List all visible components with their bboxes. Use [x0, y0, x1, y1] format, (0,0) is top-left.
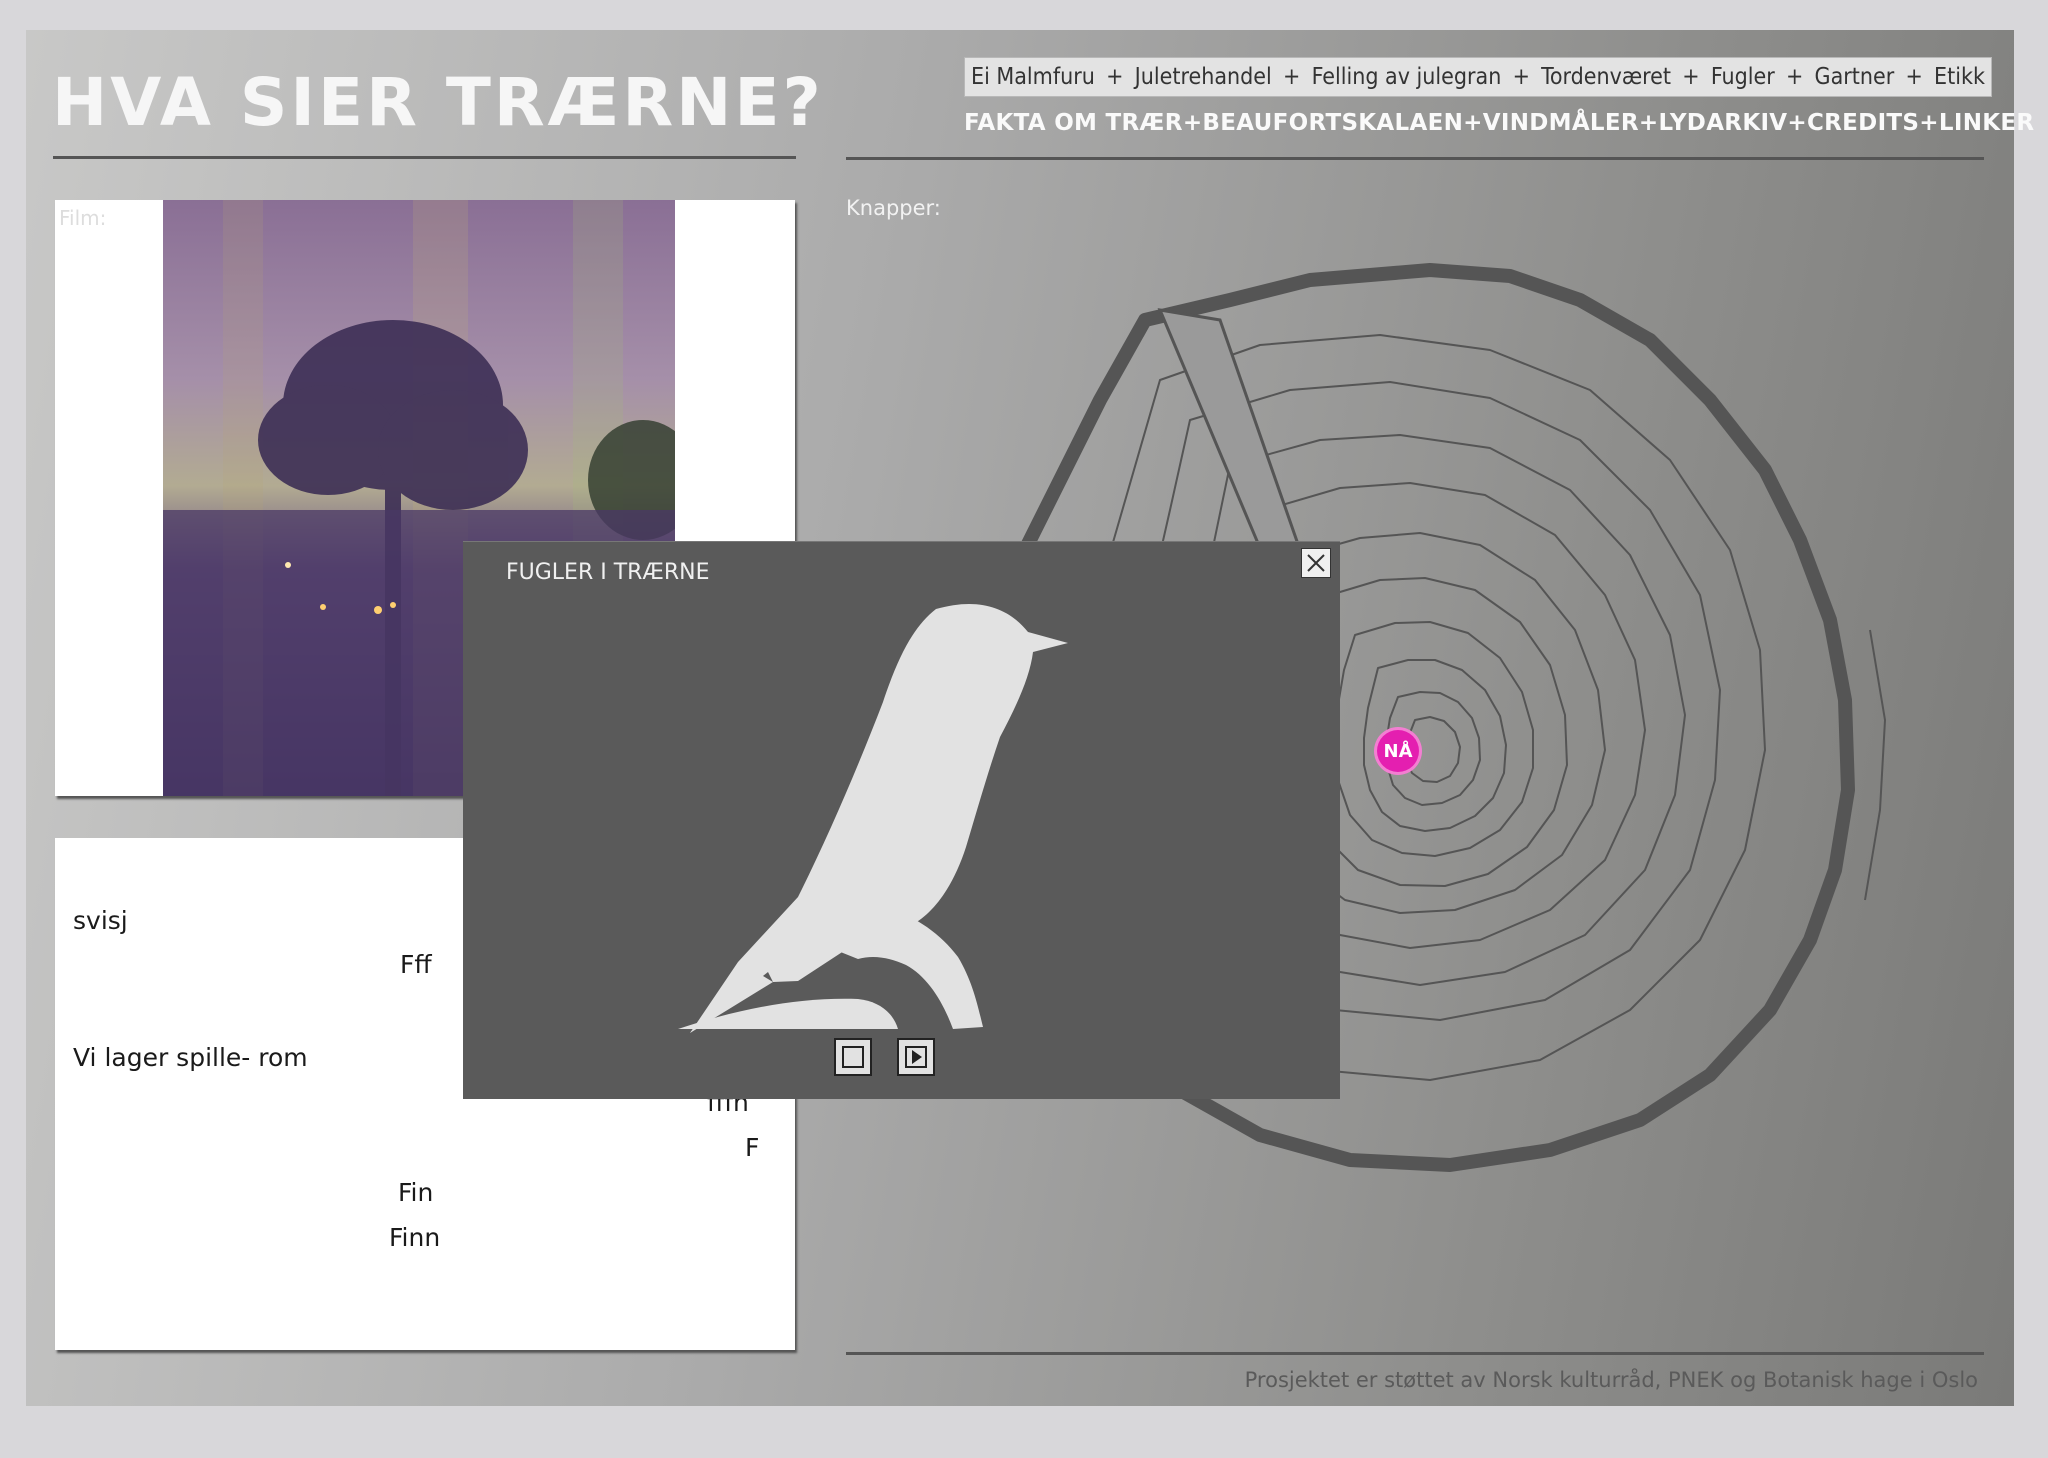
nav-link-juletrehandel[interactable]: Juletrehandel [1135, 64, 1272, 90]
nav-link-felling-av-julegran[interactable]: Felling av julegran [1312, 64, 1502, 90]
nav-divider [846, 157, 1984, 160]
bird-silhouette-icon [678, 603, 1068, 1033]
nav-link-etikk[interactable]: Etikk [1934, 64, 1985, 90]
nav-separator: + [1682, 64, 1700, 90]
nav-link-gartner[interactable]: Gartner [1815, 64, 1895, 90]
nav-link-beaufortskalaen[interactable]: BEAUFORTSKALAEN [1202, 110, 1463, 136]
dialog-title: FUGLER I TRÆRNE [506, 560, 710, 585]
play-icon [905, 1046, 927, 1068]
birds-dialog: FUGLER I TRÆRNE [463, 541, 1340, 1099]
stop-icon [842, 1046, 864, 1068]
nav-separator: + [1283, 64, 1301, 90]
nav-link-fakta-om-traer[interactable]: FAKTA OM TRÆR [964, 110, 1183, 136]
footer-divider [846, 1352, 1984, 1355]
nav-separator: + [1106, 64, 1124, 90]
nav-link-lydarkiv[interactable]: LYDARKIV [1658, 110, 1787, 136]
now-marker-button[interactable]: NÅ [1377, 730, 1419, 772]
nav-bottom-bar: FAKTA OM TRÆR + BEAUFORTSKALAEN + VINDMÅ… [964, 106, 2034, 140]
nav-separator: + [1638, 110, 1659, 136]
lyric-line: Fff [400, 950, 432, 979]
nav-separator: + [1463, 110, 1483, 136]
nav-separator: + [1787, 110, 1807, 136]
footer-credit-text: Prosjektet er støttet av Norsk kulturråd… [1244, 1368, 1978, 1392]
nav-separator: + [1512, 64, 1530, 90]
nav-separator: + [1905, 64, 1923, 90]
nav-separator: + [1785, 64, 1804, 90]
nav-link-ei-malmfuru[interactable]: Ei Malmfuru [971, 64, 1095, 90]
title-divider [53, 156, 796, 159]
nav-link-fugler[interactable]: Fugler [1711, 64, 1775, 90]
stop-button[interactable] [834, 1038, 872, 1076]
nav-link-credits[interactable]: CREDITS [1807, 110, 1919, 136]
close-icon [1307, 554, 1325, 572]
close-button[interactable] [1301, 548, 1331, 578]
lyric-line: svisj [73, 906, 128, 935]
play-button[interactable] [897, 1038, 935, 1076]
site-title: HVA SIER TRÆRNE? [52, 64, 824, 141]
lyric-line: F [745, 1133, 760, 1162]
nav-link-tordenvaeret[interactable]: Tordenværet [1541, 64, 1671, 90]
nav-separator: + [1182, 110, 1203, 136]
film-label: Film: [59, 206, 107, 230]
nav-separator: + [1919, 110, 1939, 136]
lyric-line: Fin [398, 1178, 434, 1207]
nav-link-linker[interactable]: LINKER [1939, 110, 2035, 136]
nav-top-bar: Ei Malmfuru + Juletrehandel + Felling av… [964, 57, 1992, 97]
nav-link-vindmaler[interactable]: VINDMÅLER [1483, 110, 1639, 136]
lyric-line: Finn [389, 1223, 441, 1252]
buttons-label: Knapper: [846, 196, 941, 220]
lyric-line: Vi lager spille- rom [73, 1043, 308, 1072]
